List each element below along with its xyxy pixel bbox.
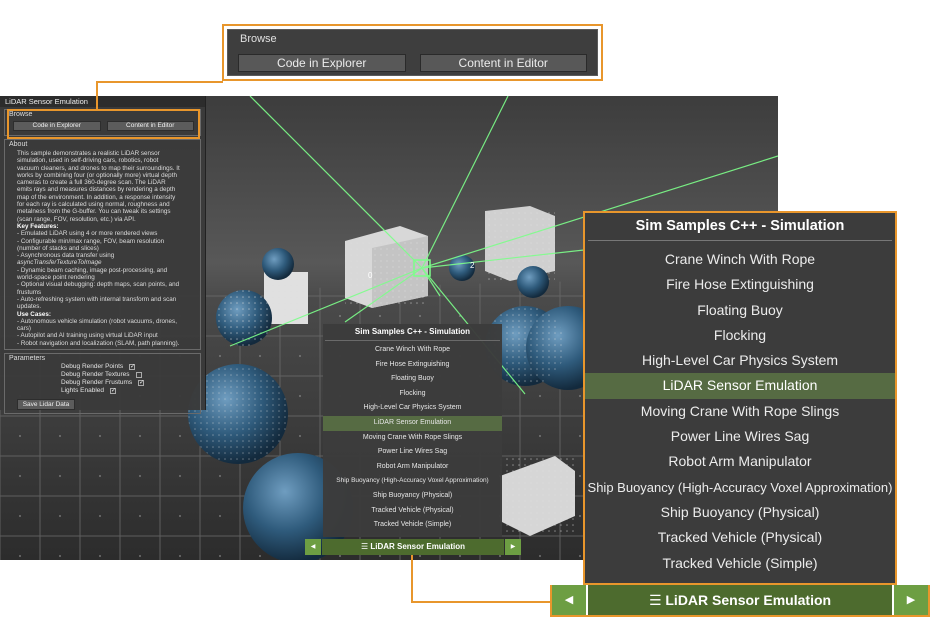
sample-item-zoom[interactable]: Flocking <box>585 323 895 348</box>
about-line: - Emulated LiDAR using 4 or more rendere… <box>17 230 158 238</box>
prev-sample-button[interactable]: ◀ <box>305 539 321 555</box>
parameters-group: Parameters Debug Render Points ✓ Debug R… <box>4 353 201 415</box>
param-lights-enabled[interactable]: Lights Enabled ✓ <box>5 387 200 395</box>
current-sample-toggle-zoom[interactable]: ☰ LiDAR Sensor Emulation <box>588 585 892 615</box>
about-heading: Use Cases: <box>17 310 51 318</box>
checkbox[interactable]: ✓ <box>129 364 135 371</box>
about-line: This sample demonstrates a realistic LiD… <box>17 150 160 157</box>
about-line: (number of stacks and slices) <box>17 244 99 252</box>
parameters-group-label: Parameters <box>9 355 46 363</box>
box-right <box>485 206 555 281</box>
browse-zoom-label: Browse <box>240 33 277 45</box>
sample-item[interactable]: Crane Winch With Rope <box>323 343 502 358</box>
samples-menu-zoom: Sim Samples C++ - Simulation Crane Winch… <box>583 211 897 585</box>
sample-item-zoom[interactable]: Moving Crane With Rope Slings <box>585 399 895 424</box>
divider <box>325 340 500 341</box>
about-line: - Auto-refreshing system with internal t… <box>17 295 177 303</box>
about-line: for each ray is calculated using normal,… <box>17 201 170 209</box>
code-in-explorer-button-zoom[interactable]: Code in Explorer <box>238 54 406 72</box>
connector-line <box>411 555 413 602</box>
param-debug-render-textures[interactable]: Debug Render Textures <box>5 371 200 379</box>
sample-item[interactable]: Power Line Wires Sag <box>323 445 502 460</box>
about-text: This sample demonstrates a realistic LiD… <box>5 149 200 349</box>
content-in-editor-button-zoom[interactable]: Content in Editor <box>419 54 587 72</box>
sample-item-zoom[interactable]: High-Level Car Physics System <box>585 348 895 373</box>
divider <box>588 240 892 241</box>
sample-item[interactable]: Robot Arm Manipulator <box>323 460 502 475</box>
sample-item[interactable]: Ship Buoyancy (High-Accuracy Voxel Appro… <box>323 474 502 489</box>
about-line: emits rays and measures distances by ren… <box>17 186 176 194</box>
samples-menu-zoom-title: Sim Samples C++ - Simulation <box>635 218 845 234</box>
sample-item[interactable]: High-Level Car Physics System <box>323 401 502 416</box>
next-sample-button[interactable]: ▶ <box>505 539 521 555</box>
about-line: - Robot navigation and localization (SLA… <box>17 339 180 347</box>
about-line: (scan range, FOV, resolution, etc.) via … <box>17 215 136 223</box>
sphere <box>517 266 549 298</box>
connector-line <box>96 81 223 83</box>
next-sample-button-zoom[interactable]: ▶ <box>894 585 928 615</box>
about-line: simulation, used in self-driving cars, r… <box>17 157 159 165</box>
connector-line <box>411 601 551 603</box>
about-line: - Dynamic beam caching, image post-proce… <box>17 266 168 274</box>
save-lidar-data-button[interactable]: Save Lidar Data <box>17 399 75 411</box>
sample-item-zoom[interactable]: Tracked Vehicle (Simple) <box>585 551 895 576</box>
about-line: map of the environment. In addition, a r… <box>17 193 176 201</box>
sample-item-zoom[interactable]: Ship Buoyancy (Physical) <box>585 500 895 525</box>
box-bottom-right <box>500 456 575 536</box>
about-line: - Optional visual debugging: depth maps,… <box>17 281 180 289</box>
about-line: vacuum cleaners, and drones to map their… <box>17 164 180 172</box>
current-sample-toggle[interactable]: ☰ LiDAR Sensor Emulation <box>322 539 504 555</box>
checkbox[interactable] <box>135 372 142 379</box>
checkbox[interactable]: ✓ <box>138 380 144 387</box>
about-line: - Autonomous vehicle simulation (robot v… <box>17 317 177 325</box>
checkbox[interactable]: ✓ <box>110 388 116 395</box>
sample-item[interactable]: Floating Buoy <box>323 372 502 387</box>
marker-label-0: 0 <box>368 271 373 280</box>
sample-item[interactable]: Tracked Vehicle (Simple) <box>323 518 502 533</box>
browse-zoom-callout: Browse Code in Explorer Content in Edito… <box>222 24 603 81</box>
about-line: - Asynchronous data transfer using <box>17 252 115 260</box>
sample-item[interactable]: Moving Crane With Rope Slings <box>323 431 502 446</box>
about-line: world-space point rendering <box>17 274 95 282</box>
about-group-label: About <box>9 141 28 148</box>
about-line: - Autopilot and AI training using virtua… <box>17 332 158 340</box>
sample-item-active[interactable]: LiDAR Sensor Emulation <box>323 415 502 431</box>
about-line: cars) <box>17 325 31 333</box>
about-line: updates. <box>17 303 42 311</box>
connector-line <box>96 81 98 109</box>
sample-item-zoom[interactable]: Fire Hose Extinguishing <box>585 272 895 297</box>
prev-sample-button-zoom[interactable]: ◀ <box>552 585 586 615</box>
marker-label-2: 2 <box>470 261 475 270</box>
sample-item-zoom[interactable]: Tracked Vehicle (Physical) <box>585 525 895 550</box>
sample-selector-bar-zoom: ◀ ☰ LiDAR Sensor Emulation ▶ <box>550 585 930 617</box>
param-debug-render-frustums[interactable]: Debug Render Frustums ✓ <box>5 379 200 387</box>
about-line: frustums <box>17 288 42 296</box>
panel-title: LiDAR Sensor Emulation <box>0 96 205 107</box>
browse-highlight <box>7 109 200 139</box>
settings-panel: LiDAR Sensor Emulation Browse Code in Ex… <box>0 96 206 415</box>
about-heading: Key Features: <box>17 222 59 230</box>
sample-item-zoom[interactable]: Power Line Wires Sag <box>585 424 895 449</box>
about-group: About This sample demonstrates a realist… <box>4 139 201 351</box>
param-debug-render-points[interactable]: Debug Render Points ✓ <box>5 363 200 371</box>
sample-item[interactable]: Flocking <box>323 387 502 402</box>
sphere <box>262 248 294 280</box>
box-center <box>345 226 428 308</box>
about-line: works by combining four (or optionally m… <box>17 171 177 179</box>
sample-item[interactable]: Tracked Vehicle (Physical) <box>323 504 502 519</box>
samples-menu-title: Sim Samples C++ - Simulation <box>354 327 471 336</box>
about-line: asyncTransferTextureToImage <box>17 259 102 267</box>
sample-item-zoom[interactable]: Robot Arm Manipulator <box>585 449 895 474</box>
sample-item[interactable]: Fire Hose Extinguishing <box>323 358 502 373</box>
about-line: metalness from the G-buffer. You can twe… <box>17 208 171 216</box>
sample-selector-bar: ◀ ☰ LiDAR Sensor Emulation ▶ <box>305 539 521 555</box>
about-line: - Configurable min/max range, FOV, beam … <box>17 237 165 245</box>
sample-item-zoom[interactable]: Floating Buoy <box>585 298 895 323</box>
sample-item-zoom[interactable]: Ship Buoyancy (High-Accuracy Voxel Appro… <box>585 475 895 500</box>
sample-item-zoom-active[interactable]: LiDAR Sensor Emulation <box>585 373 895 399</box>
samples-menu: Sim Samples C++ - Simulation Crane Winch… <box>323 324 502 537</box>
about-line: cameras to create a full 360-degree scan… <box>17 179 166 187</box>
sample-item[interactable]: Ship Buoyancy (Physical) <box>323 489 502 504</box>
sample-item-zoom[interactable]: Crane Winch With Rope <box>585 247 895 272</box>
